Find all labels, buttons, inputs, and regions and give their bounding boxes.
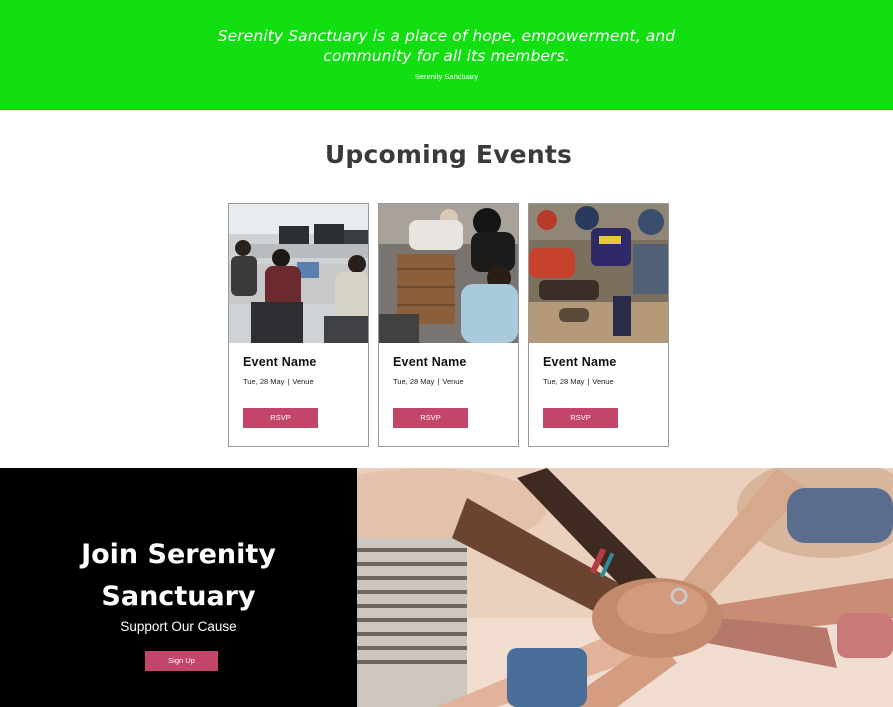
event-card[interactable]: Event Name Tue, 28 May | Venue RSVP xyxy=(378,203,519,447)
rsvp-button[interactable]: RSVP xyxy=(243,408,318,428)
meta-separator: | xyxy=(587,377,590,386)
rsvp-button[interactable]: RSVP xyxy=(393,408,468,428)
event-name: Event Name xyxy=(243,355,317,369)
event-date: Tue, 28 May xyxy=(393,377,435,386)
events-heading: Upcoming Events xyxy=(324,140,573,169)
hero-quote-banner: Serenity Sanctuary is a place of hope, e… xyxy=(0,0,893,110)
meta-separator: | xyxy=(287,377,290,386)
event-venue: Venue xyxy=(442,377,464,386)
event-date-venue: Tue, 28 May | Venue xyxy=(393,377,464,386)
join-title-line-2: Sanctuary xyxy=(101,581,256,612)
hands-together-image xyxy=(357,468,893,707)
hero-quote-line-1: Serenity Sanctuary is a place of hope, e… xyxy=(217,27,676,45)
event-date: Tue, 28 May xyxy=(243,377,285,386)
event-name: Event Name xyxy=(393,355,467,369)
rsvp-button[interactable]: RSVP xyxy=(543,408,618,428)
hero-quote-line-2: community for all its members. xyxy=(323,47,570,65)
event-date: Tue, 28 May xyxy=(543,377,585,386)
hero-attribution: Serenity Sanctuary xyxy=(414,72,479,81)
event-image-volunteers[interactable] xyxy=(379,204,518,343)
join-section: Join Serenity Sanctuary Support Our Caus… xyxy=(0,468,357,707)
event-image-protest[interactable] xyxy=(529,204,668,343)
event-date-venue: Tue, 28 May | Venue xyxy=(243,377,314,386)
join-title: Join Serenity Sanctuary xyxy=(0,534,357,618)
event-card[interactable]: Event Name Tue, 28 May | Venue RSVP xyxy=(528,203,669,447)
join-subtitle: Support Our Cause xyxy=(120,619,237,634)
join-title-line-1: Join Serenity xyxy=(81,539,276,570)
meta-separator: | xyxy=(437,377,440,386)
event-card[interactable]: Event Name Tue, 28 May | Venue RSVP xyxy=(228,203,369,447)
event-date-venue: Tue, 28 May | Venue xyxy=(543,377,614,386)
event-image-computer-lab[interactable] xyxy=(229,204,368,343)
sign-up-button[interactable]: Sign Up xyxy=(145,651,218,671)
event-venue: Venue xyxy=(592,377,614,386)
event-name: Event Name xyxy=(543,355,617,369)
event-venue: Venue xyxy=(292,377,314,386)
hero-quote: Serenity Sanctuary is a place of hope, e… xyxy=(0,26,893,66)
